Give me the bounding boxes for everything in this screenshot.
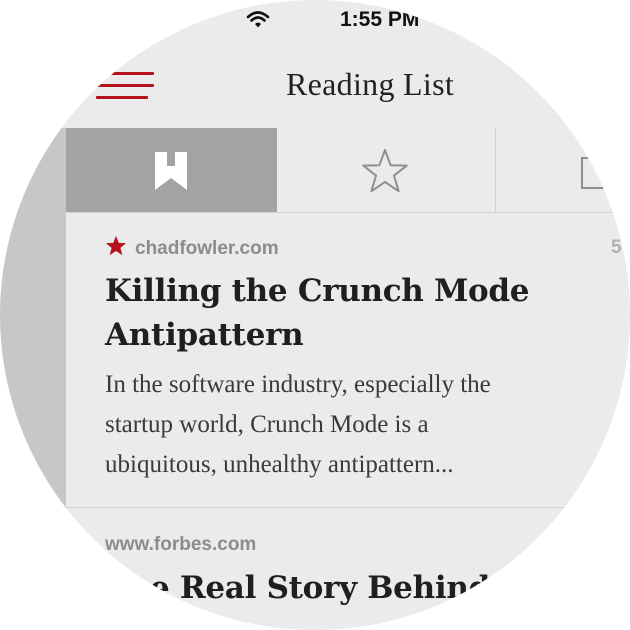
favorited-star-icon (105, 235, 127, 256)
bookmark-icon (155, 152, 187, 190)
status-time: 1:55 PM (340, 8, 420, 31)
wifi-icon (246, 11, 270, 28)
star-outline-icon (362, 149, 408, 193)
tab-archive[interactable] (496, 128, 630, 212)
article-list-item[interactable]: www.forbes.com The Real Story Behind (66, 508, 630, 630)
hamburger-menu-icon[interactable] (96, 70, 154, 102)
article-excerpt: In the software industry, especially the… (105, 365, 630, 485)
status-bar: zon 1:55 PM (0, 0, 630, 42)
excerpt-line: ubiquitous, unhealthy antipattern... (105, 451, 454, 478)
excerpt-line: startup world, Crunch Mode is a (105, 411, 429, 438)
article-source: www.forbes.com (105, 534, 257, 555)
article-title: Killing the Crunch Mode Antipattern (105, 273, 530, 353)
side-panel (0, 128, 66, 630)
tab-bar (66, 128, 630, 213)
article-source-row: chadfowler.com (105, 235, 279, 261)
carrier-name: zon (150, 8, 187, 31)
article-meta: 5 (611, 237, 622, 258)
article-title: The Real Story Behind (105, 570, 490, 606)
page-title: Reading List (286, 66, 455, 102)
article-source-row: www.forbes.com (105, 534, 256, 560)
archive-box-icon (581, 157, 608, 189)
navigation-bar: Reading List (0, 50, 630, 129)
app-viewport: zon 1:55 PM Reading List chadfowler.com … (0, 0, 630, 630)
excerpt-line: In the software industry, especially the (105, 371, 491, 398)
tab-favorites[interactable] (277, 128, 496, 212)
tab-reading-list[interactable] (66, 128, 277, 212)
article-source: chadfowler.com (135, 238, 279, 259)
article-list-item[interactable]: chadfowler.com 5 Killing the Crunch Mode… (66, 213, 630, 508)
